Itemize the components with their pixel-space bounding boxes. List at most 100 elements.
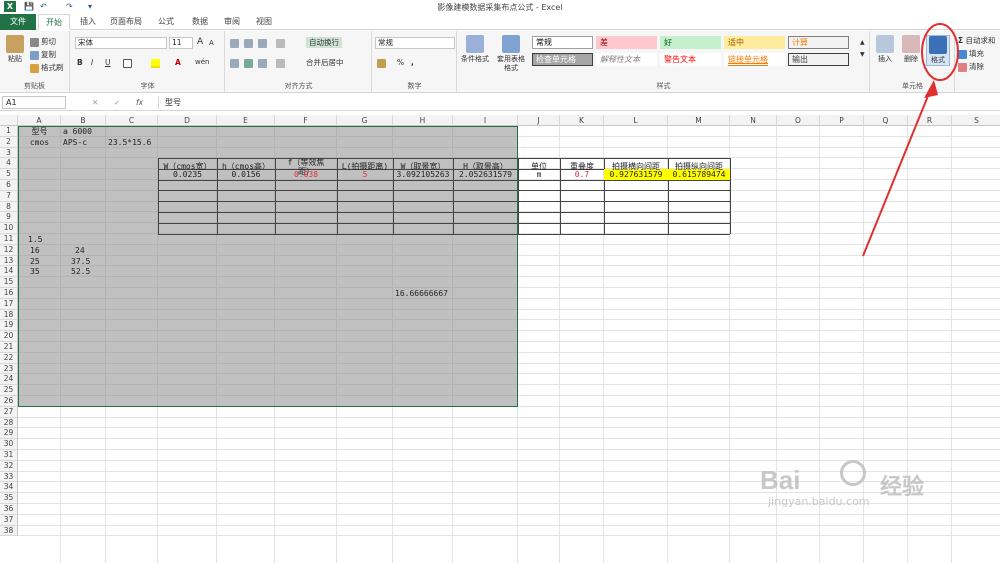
row-header-6[interactable]: 6 — [0, 180, 18, 191]
cell-style-9[interactable]: 链接单元格 — [724, 53, 785, 66]
row-header-30[interactable]: 30 — [0, 439, 18, 450]
align-top-button[interactable] — [230, 37, 241, 48]
cut-button[interactable]: 剪切 — [30, 36, 56, 47]
format-cells-button[interactable]: 格式 — [926, 35, 950, 66]
tab-insert[interactable]: 插入 — [74, 14, 102, 30]
font-size-combo[interactable]: 11 — [169, 37, 193, 49]
column-header-N[interactable]: N — [730, 115, 777, 126]
row-header-10[interactable]: 10 — [0, 223, 18, 234]
align-middle-button[interactable] — [244, 37, 255, 48]
number-format-combo[interactable]: 常规 — [375, 37, 455, 49]
row-header-29[interactable]: 29 — [0, 428, 18, 440]
row-header-15[interactable]: 15 — [0, 277, 18, 288]
row-header-33[interactable]: 33 — [0, 471, 18, 483]
row-header-5[interactable]: 5 — [0, 169, 18, 180]
tab-data[interactable]: 数据 — [186, 14, 214, 30]
merge-center-button[interactable]: 合并后居中 — [306, 57, 344, 68]
phonetic-button[interactable]: wén — [195, 57, 209, 68]
cancel-icon[interactable]: ✕ — [92, 97, 98, 108]
row-header-8[interactable]: 8 — [0, 201, 18, 213]
wrap-text-button[interactable]: 自动换行 — [306, 37, 342, 48]
cell-J5[interactable]: m — [520, 169, 558, 180]
cell-G5[interactable]: 5 — [339, 169, 391, 180]
cell-F5[interactable]: 0.038 — [277, 169, 335, 180]
row-header-9[interactable]: 9 — [0, 212, 18, 224]
column-header-R[interactable]: R — [908, 115, 952, 126]
row-header-19[interactable]: 19 — [0, 320, 18, 332]
copy-button[interactable]: 复制 — [30, 49, 56, 60]
select-all-corner[interactable] — [0, 115, 18, 126]
row-header-18[interactable]: 18 — [0, 309, 18, 321]
cell-style-1[interactable]: 常规 — [532, 36, 593, 49]
column-header-K[interactable]: K — [560, 115, 604, 126]
row-header-36[interactable]: 36 — [0, 504, 18, 515]
row-header-21[interactable]: 21 — [0, 342, 18, 353]
column-header-I[interactable]: I — [453, 115, 518, 126]
cell-A2[interactable]: cmos — [20, 137, 59, 148]
row-header-31[interactable]: 31 — [0, 450, 18, 461]
row-header-37[interactable]: 37 — [0, 514, 18, 526]
column-header-J[interactable]: J — [518, 115, 560, 126]
row-header-20[interactable]: 20 — [0, 331, 18, 342]
align-right-button[interactable] — [258, 57, 269, 68]
format-painter-button[interactable]: 格式刷 — [30, 62, 64, 73]
row-header-13[interactable]: 13 — [0, 255, 18, 267]
font-name-combo[interactable]: 宋体 — [75, 37, 167, 49]
column-header-O[interactable]: O — [777, 115, 820, 126]
cell-style-4[interactable]: 适中 — [724, 36, 785, 49]
row-header-11[interactable]: 11 — [0, 234, 18, 245]
clear-button[interactable]: 清除 — [958, 61, 984, 72]
align-left-button[interactable] — [230, 57, 241, 68]
column-header-S[interactable]: S — [952, 115, 1000, 126]
column-header-Q[interactable]: Q — [864, 115, 908, 126]
formula-input[interactable]: 型号 — [158, 96, 998, 109]
cell-style-5[interactable]: 计算 — [788, 36, 849, 49]
orientation-button[interactable] — [276, 37, 287, 48]
currency-button[interactable] — [377, 57, 388, 68]
row-header-27[interactable]: 27 — [0, 406, 18, 418]
row-header-17[interactable]: 17 — [0, 298, 18, 310]
format-as-table-button[interactable]: 套用表格格式 — [494, 35, 528, 73]
cell-E5[interactable]: 0.0156 — [219, 169, 273, 180]
cell-B2[interactable]: APS-c — [63, 137, 104, 148]
row-header-23[interactable]: 23 — [0, 363, 18, 375]
indent-button[interactable] — [276, 57, 287, 68]
cell-style-3[interactable]: 好 — [660, 36, 721, 49]
tab-home[interactable]: 开始 — [38, 14, 70, 30]
column-header-C[interactable]: C — [106, 115, 158, 126]
cell-C2[interactable]: 23.5*15.6 — [108, 137, 156, 148]
font-shrink-button[interactable]: A — [209, 38, 214, 49]
cell-A13[interactable]: 25 — [30, 256, 69, 267]
row-header-4[interactable]: 4 — [0, 158, 18, 170]
fx-icon[interactable]: fx — [136, 97, 143, 108]
italic-button[interactable]: I — [91, 57, 93, 68]
row-header-34[interactable]: 34 — [0, 482, 18, 494]
align-center-button[interactable] — [244, 57, 255, 68]
column-header-E[interactable]: E — [217, 115, 275, 126]
column-header-D[interactable]: D — [158, 115, 217, 126]
cell-A1[interactable]: 型号 — [20, 126, 59, 137]
row-header-14[interactable]: 14 — [0, 266, 18, 278]
insert-cells-button[interactable]: 插入 — [873, 35, 897, 64]
cell-I5[interactable]: 2.052631579 — [455, 169, 516, 180]
cell-A11[interactable]: 1.5 — [28, 234, 67, 245]
cell-D5[interactable]: 0.0235 — [160, 169, 215, 180]
row-header-3[interactable]: 3 — [0, 147, 18, 159]
tab-review[interactable]: 审阅 — [218, 14, 246, 30]
cell-B14[interactable]: 52.5 — [71, 266, 112, 277]
column-header-M[interactable]: M — [668, 115, 730, 126]
tab-formulas[interactable]: 公式 — [152, 14, 180, 30]
fill-color-button[interactable] — [151, 57, 162, 68]
cell-B1[interactable]: a 6000 — [63, 126, 104, 137]
gallery-scroll-up-icon[interactable]: ▲ — [860, 37, 865, 48]
column-header-H[interactable]: H — [393, 115, 453, 126]
cell-style-8[interactable]: 警告文本 — [660, 53, 721, 66]
cell-B13[interactable]: 37.5 — [71, 256, 112, 267]
row-header-2[interactable]: 2 — [0, 136, 18, 148]
font-color-button[interactable]: A — [175, 57, 181, 68]
conditional-format-button[interactable]: 条件格式 — [460, 35, 490, 64]
tab-view[interactable]: 视图 — [250, 14, 278, 30]
cell-L5[interactable]: 0.927631579 — [606, 169, 666, 180]
cell-M5[interactable]: 0.615789474 — [670, 169, 728, 180]
cell-H5[interactable]: 3.092105263 — [395, 169, 451, 180]
